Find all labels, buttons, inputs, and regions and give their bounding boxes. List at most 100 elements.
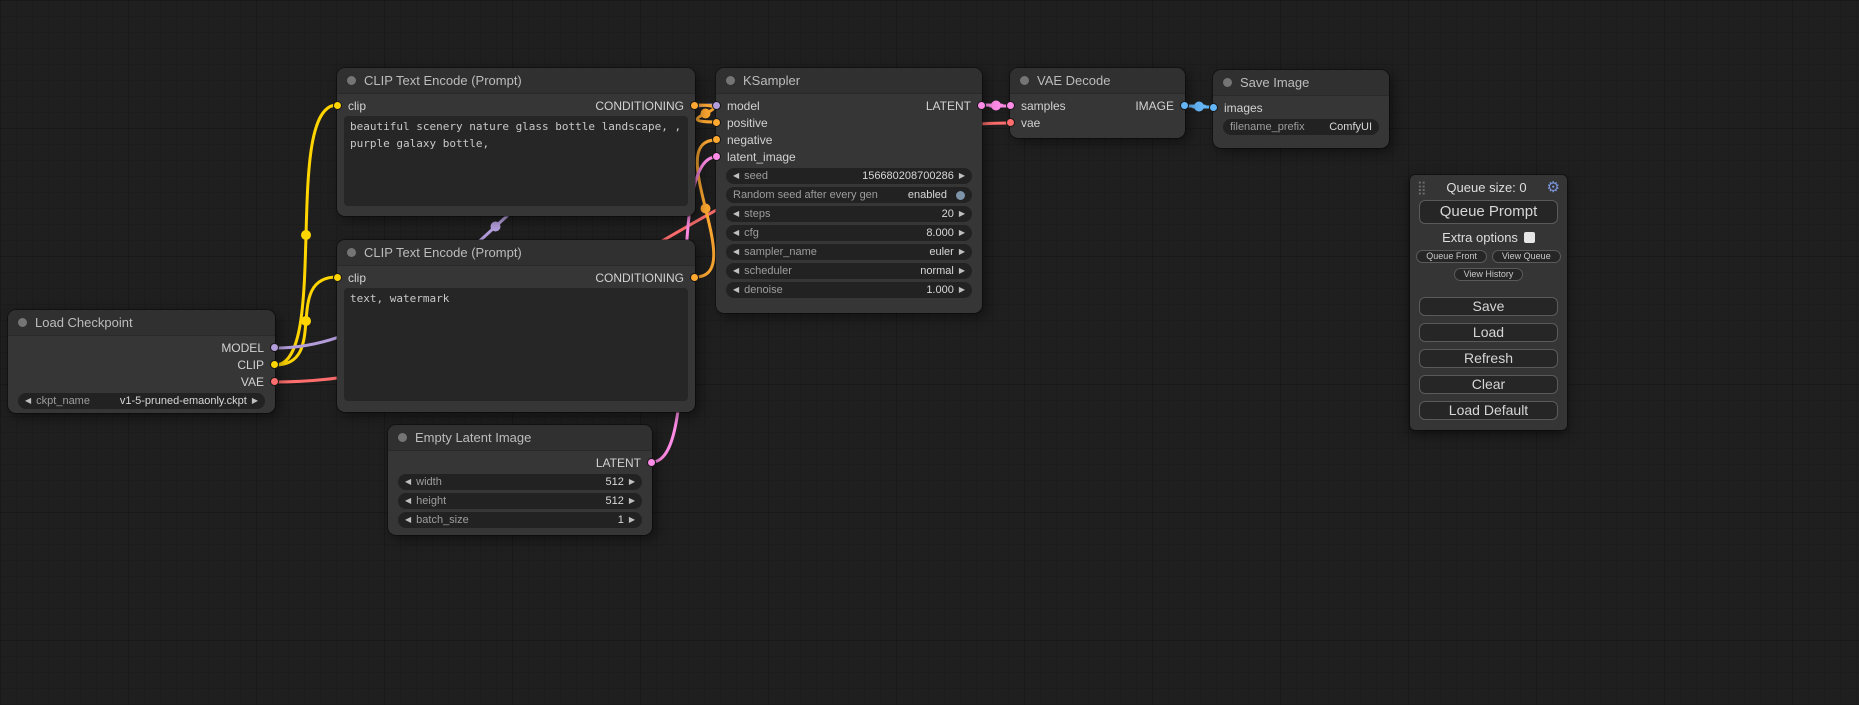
output-dot-conditioning[interactable] [690, 273, 699, 282]
node-collapse-dot[interactable] [1223, 78, 1232, 87]
load-button[interactable]: Load [1419, 323, 1558, 342]
arrow-right-icon[interactable]: ▶ [629, 478, 635, 486]
node-graph-canvas[interactable]: Load Checkpoint MODEL CLIP VAE ◀ ckpt_na… [0, 0, 1859, 705]
input-dot-latent-image[interactable] [712, 152, 721, 161]
queue-prompt-button[interactable]: Queue Prompt [1419, 200, 1558, 224]
arrow-left-icon[interactable]: ◀ [733, 286, 739, 294]
node-collapse-dot[interactable] [1020, 76, 1029, 85]
input-dot-model[interactable] [712, 101, 721, 110]
node-collapse-dot[interactable] [347, 76, 356, 85]
node-title-bar[interactable]: KSampler [716, 68, 982, 94]
extra-options-checkbox[interactable] [1524, 232, 1535, 243]
arrow-left-icon[interactable]: ◀ [405, 497, 411, 505]
arrow-left-icon[interactable]: ◀ [733, 210, 739, 218]
node-title-bar[interactable]: Load Checkpoint [8, 310, 275, 336]
arrow-left-icon[interactable]: ◀ [405, 516, 411, 524]
node-ksampler[interactable]: KSampler model LATENT positive negative … [716, 68, 982, 313]
input-label-clip: clip [348, 99, 366, 113]
input-dot-positive[interactable] [712, 118, 721, 127]
input-dot-negative[interactable] [712, 135, 721, 144]
output-slot-latent: LATENT [388, 454, 652, 471]
negative-prompt-textarea[interactable]: text, watermark [344, 288, 688, 401]
widget-seed[interactable]: ◀ seed 156680208700286 ▶ [726, 168, 972, 184]
widget-label: width [416, 476, 442, 488]
node-title-bar[interactable]: VAE Decode [1010, 68, 1185, 94]
output-dot-latent[interactable] [977, 101, 986, 110]
node-collapse-dot[interactable] [347, 248, 356, 257]
positive-prompt-textarea[interactable]: beautiful scenery nature glass bottle la… [344, 116, 688, 206]
node-empty-latent-image[interactable]: Empty Latent Image LATENT ◀ width 512 ▶ … [388, 425, 652, 535]
input-dot-clip[interactable] [333, 101, 342, 110]
arrow-left-icon[interactable]: ◀ [405, 478, 411, 486]
node-clip-text-encode-positive[interactable]: CLIP Text Encode (Prompt) clip CONDITION… [337, 68, 695, 216]
widget-label: filename_prefix [1230, 121, 1305, 133]
input-dot-clip[interactable] [333, 273, 342, 282]
widget-batch-size[interactable]: ◀ batch_size 1 ▶ [398, 512, 642, 528]
view-queue-button[interactable]: View Queue [1492, 250, 1561, 263]
refresh-button[interactable]: Refresh [1419, 349, 1558, 368]
widget-scheduler[interactable]: ◀ scheduler normal ▶ [726, 263, 972, 279]
widget-filename-prefix[interactable]: filename_prefix ComfyUI [1223, 119, 1379, 135]
input-dot-samples[interactable] [1006, 101, 1015, 110]
widget-value: 156680208700286 [862, 170, 954, 182]
widget-width[interactable]: ◀ width 512 ▶ [398, 474, 642, 490]
arrow-right-icon[interactable]: ▶ [252, 397, 258, 405]
input-label-clip: clip [348, 271, 366, 285]
settings-gear-icon[interactable]: ⚙ [1547, 180, 1560, 195]
queue-size-label: Queue size: 0 [1427, 180, 1547, 195]
node-save-image[interactable]: Save Image images filename_prefix ComfyU… [1213, 70, 1389, 148]
arrow-left-icon[interactable]: ◀ [733, 229, 739, 237]
widget-cfg[interactable]: ◀ cfg 8.000 ▶ [726, 225, 972, 241]
widget-steps[interactable]: ◀ steps 20 ▶ [726, 206, 972, 222]
node-collapse-dot[interactable] [726, 76, 735, 85]
clear-button[interactable]: Clear [1419, 375, 1558, 394]
arrow-left-icon[interactable]: ◀ [25, 397, 31, 405]
arrow-right-icon[interactable]: ▶ [629, 516, 635, 524]
node-collapse-dot[interactable] [18, 318, 27, 327]
output-dot-clip[interactable] [270, 360, 279, 369]
input-dot-vae[interactable] [1006, 118, 1015, 127]
output-label-clip: CLIP [237, 358, 264, 372]
toggle-knob[interactable] [956, 191, 965, 200]
input-dot-images[interactable] [1209, 103, 1218, 112]
queue-front-button[interactable]: Queue Front [1416, 250, 1487, 263]
widget-denoise[interactable]: ◀ denoise 1.000 ▶ [726, 282, 972, 298]
node-load-checkpoint[interactable]: Load Checkpoint MODEL CLIP VAE ◀ ckpt_na… [8, 310, 275, 413]
node-collapse-dot[interactable] [398, 433, 407, 442]
node-title-bar[interactable]: CLIP Text Encode (Prompt) [337, 240, 695, 266]
widget-label: batch_size [416, 514, 469, 526]
output-dot-conditioning[interactable] [690, 101, 699, 110]
output-dot-image[interactable] [1180, 101, 1189, 110]
output-dot-vae[interactable] [270, 377, 279, 386]
widget-ckpt-name[interactable]: ◀ ckpt_name v1-5-pruned-emaonly.ckpt ▶ [18, 393, 265, 409]
arrow-right-icon[interactable]: ▶ [959, 172, 965, 180]
arrow-right-icon[interactable]: ▶ [959, 267, 965, 275]
node-clip-text-encode-negative[interactable]: CLIP Text Encode (Prompt) clip CONDITION… [337, 240, 695, 412]
view-history-button[interactable]: View History [1454, 268, 1524, 281]
extra-options-label: Extra options [1442, 230, 1518, 245]
load-default-button[interactable]: Load Default [1419, 401, 1558, 420]
save-button[interactable]: Save [1419, 297, 1558, 316]
widget-label: scheduler [744, 265, 792, 277]
arrow-right-icon[interactable]: ▶ [959, 286, 965, 294]
node-title-bar[interactable]: Save Image [1213, 70, 1389, 96]
widget-sampler-name[interactable]: ◀ sampler_name euler ▶ [726, 244, 972, 260]
arrow-right-icon[interactable]: ▶ [959, 229, 965, 237]
drag-handle-icon[interactable]: ⣿ [1417, 181, 1427, 194]
arrow-right-icon[interactable]: ▶ [959, 210, 965, 218]
node-title-bar[interactable]: CLIP Text Encode (Prompt) [337, 68, 695, 94]
node-title-bar[interactable]: Empty Latent Image [388, 425, 652, 451]
widget-value: enabled [908, 189, 947, 201]
output-dot-model[interactable] [270, 343, 279, 352]
node-vae-decode[interactable]: VAE Decode samples IMAGE vae [1010, 68, 1185, 138]
arrow-left-icon[interactable]: ◀ [733, 267, 739, 275]
arrow-right-icon[interactable]: ▶ [629, 497, 635, 505]
output-slot-model: MODEL [8, 339, 275, 356]
arrow-right-icon[interactable]: ▶ [959, 248, 965, 256]
arrow-left-icon[interactable]: ◀ [733, 248, 739, 256]
widget-height[interactable]: ◀ height 512 ▶ [398, 493, 642, 509]
output-label-conditioning: CONDITIONING [595, 271, 684, 285]
output-dot-latent[interactable] [647, 458, 656, 467]
arrow-left-icon[interactable]: ◀ [733, 172, 739, 180]
widget-random-seed-toggle[interactable]: Random seed after every gen enabled [726, 187, 972, 203]
